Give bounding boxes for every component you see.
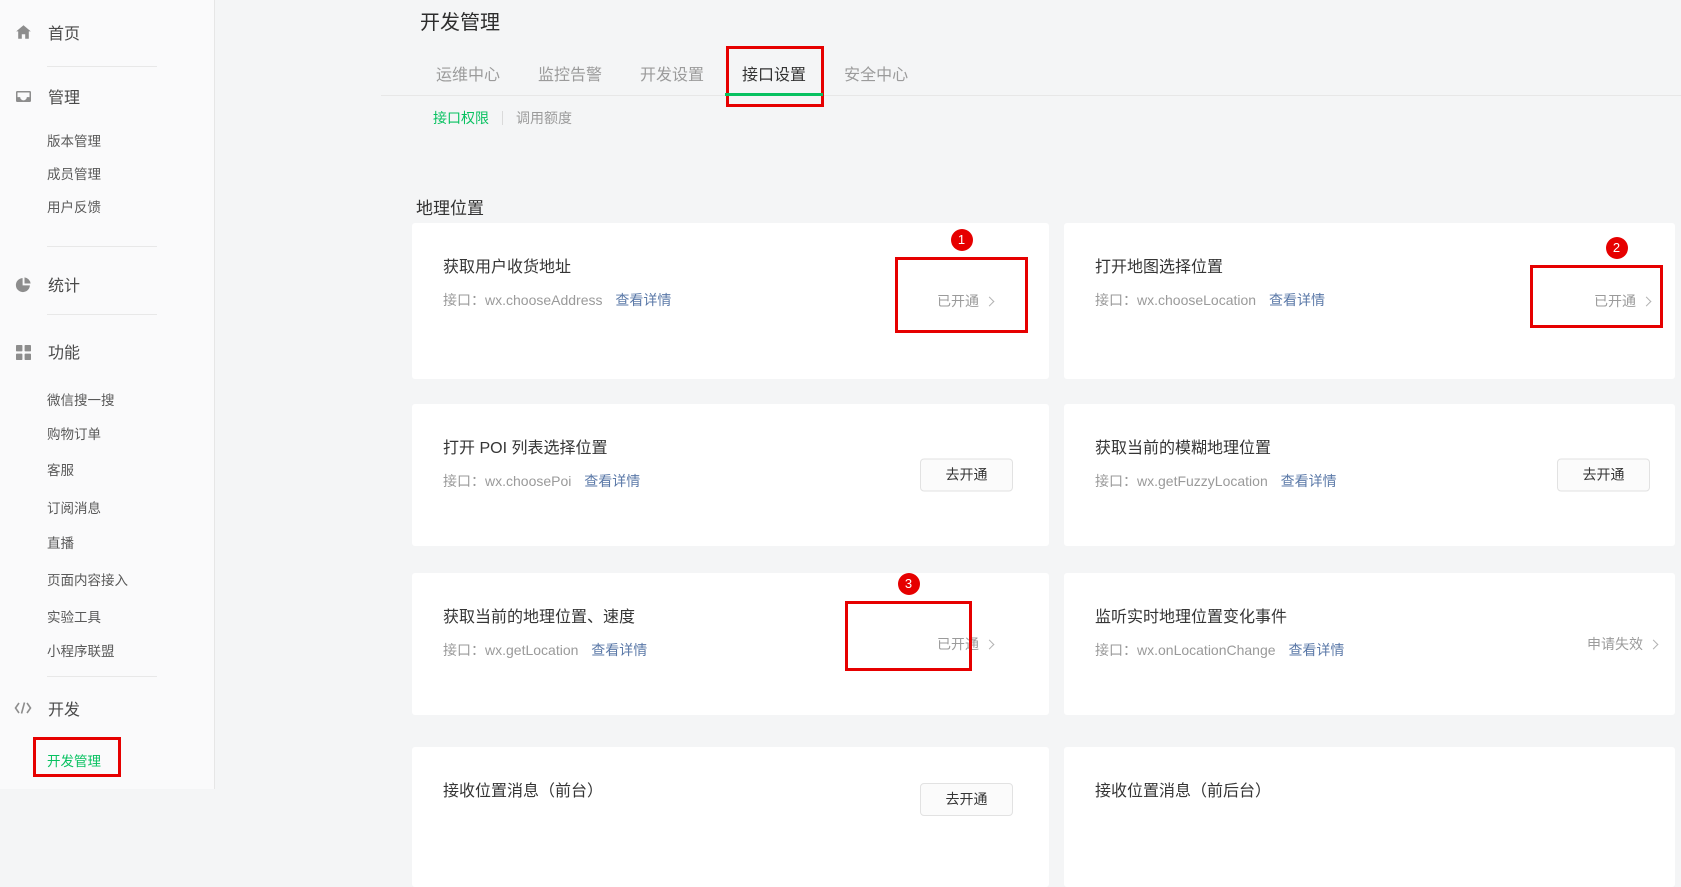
api-label: 接口： bbox=[1095, 473, 1137, 489]
sidebar-item-manage[interactable]: 管理 bbox=[0, 84, 215, 108]
view-details-link[interactable]: 查看详情 bbox=[1288, 642, 1344, 658]
view-details-link[interactable]: 查看详情 bbox=[584, 473, 640, 489]
api-card-choose-address: 获取用户收货地址 接口：wx.chooseAddress 查看详情 已开通 1 bbox=[412, 223, 1049, 379]
sidebar-item-wechat-search[interactable]: 微信搜一搜 bbox=[0, 392, 215, 410]
api-label: 接口： bbox=[443, 642, 485, 658]
api-card-title: 获取用户收货地址 bbox=[412, 223, 1049, 277]
page-title: 开发管理 bbox=[420, 6, 500, 35]
sidebar-item-label: 管理 bbox=[48, 84, 80, 108]
sidebar-item-shopping-orders[interactable]: 购物订单 bbox=[0, 426, 215, 444]
api-card-choose-location: 打开地图选择位置 接口：wx.chooseLocation 查看详情 已开通 2 bbox=[1064, 223, 1675, 379]
subtab-api-permission[interactable]: 接口权限 bbox=[433, 108, 489, 128]
sidebar-item-develop-manage[interactable]: 开发管理 bbox=[0, 753, 215, 771]
sidebar-item-features[interactable]: 功能 bbox=[0, 339, 215, 363]
sidebar-item-lab-tools[interactable]: 实验工具 bbox=[0, 609, 215, 627]
activate-button[interactable]: 去开通 bbox=[920, 459, 1013, 492]
sidebar: 首页 管理 版本管理 成员管理 用户反馈 统计 功能 微信搜一搜 购物订单 客服… bbox=[0, 0, 215, 789]
card-row: 获取当前的地理位置、速度 接口：wx.getLocation 查看详情 已开通 … bbox=[412, 573, 1675, 715]
api-card-get-location: 获取当前的地理位置、速度 接口：wx.getLocation 查看详情 已开通 … bbox=[412, 573, 1049, 715]
sidebar-item-user-feedback[interactable]: 用户反馈 bbox=[0, 199, 215, 217]
api-card-title: 获取当前的地理位置、速度 bbox=[412, 573, 1049, 627]
api-card-location-message-front-back: 接收位置消息（前后台） bbox=[1064, 747, 1675, 887]
view-details-link[interactable]: 查看详情 bbox=[615, 292, 671, 308]
card-row: 获取用户收货地址 接口：wx.chooseAddress 查看详情 已开通 1 … bbox=[412, 223, 1675, 379]
card-row: 接收位置消息（前台） 去开通 接收位置消息（前后台） bbox=[412, 747, 1675, 887]
sidebar-item-label: 首页 bbox=[48, 20, 80, 44]
tab-dev-settings[interactable]: 开发设置 bbox=[623, 51, 721, 96]
grid-icon bbox=[14, 342, 32, 360]
api-card-choose-poi: 打开 POI 列表选择位置 接口：wx.choosePoi 查看详情 去开通 bbox=[412, 404, 1049, 546]
sidebar-item-page-content[interactable]: 页面内容接入 bbox=[0, 572, 215, 590]
sidebar-item-subscribe-message[interactable]: 订阅消息 bbox=[0, 500, 215, 518]
api-card-title: 接收位置消息（前后台） bbox=[1064, 747, 1675, 801]
view-details-link[interactable]: 查看详情 bbox=[591, 642, 647, 658]
sidebar-item-live[interactable]: 直播 bbox=[0, 535, 215, 553]
subtab-call-quota[interactable]: 调用额度 bbox=[516, 108, 572, 128]
api-name: wx.chooseLocation bbox=[1137, 292, 1256, 308]
api-name: wx.chooseAddress bbox=[485, 292, 603, 308]
chevron-right-icon bbox=[985, 296, 995, 306]
chevron-right-icon bbox=[985, 639, 995, 649]
status-application-expired[interactable]: 申请失效 bbox=[1579, 634, 1665, 654]
sidebar-item-label: 功能 bbox=[48, 339, 80, 363]
sidebar-item-version-manage[interactable]: 版本管理 bbox=[0, 133, 215, 151]
sidebar-item-customer-service[interactable]: 客服 bbox=[0, 462, 215, 480]
api-card-title: 监听实时地理位置变化事件 bbox=[1064, 573, 1675, 627]
view-details-link[interactable]: 查看详情 bbox=[1269, 292, 1325, 308]
sidebar-item-statistics[interactable]: 统计 bbox=[0, 272, 215, 296]
chevron-right-icon bbox=[1642, 296, 1652, 306]
tab-ops-center[interactable]: 运维中心 bbox=[419, 51, 517, 96]
api-card-title: 获取当前的模糊地理位置 bbox=[1064, 404, 1675, 458]
card-row: 打开 POI 列表选择位置 接口：wx.choosePoi 查看详情 去开通 获… bbox=[412, 404, 1675, 546]
sidebar-divider bbox=[47, 314, 157, 315]
api-card-location-message-foreground: 接收位置消息（前台） 去开通 bbox=[412, 747, 1049, 887]
activate-button[interactable]: 去开通 bbox=[1557, 459, 1650, 492]
api-label: 接口： bbox=[443, 473, 485, 489]
tab-security-center[interactable]: 安全中心 bbox=[827, 51, 925, 96]
api-name: wx.getFuzzyLocation bbox=[1137, 473, 1268, 489]
api-card-grid: 获取用户收货地址 接口：wx.chooseAddress 查看详情 已开通 1 … bbox=[412, 223, 1675, 887]
sidebar-item-home[interactable]: 首页 bbox=[0, 20, 215, 44]
main-content: 开发管理 运维中心 监控告警 开发设置 接口设置 安全中心 接口权限 调用额度 … bbox=[216, 0, 1681, 789]
api-name: wx.getLocation bbox=[485, 642, 578, 658]
sidebar-divider bbox=[47, 66, 157, 67]
sidebar-item-label: 统计 bbox=[48, 272, 80, 296]
api-label: 接口： bbox=[1095, 642, 1137, 658]
code-icon bbox=[14, 699, 32, 717]
status-opened[interactable]: 已开通 bbox=[1579, 291, 1665, 311]
section-title-geolocation: 地理位置 bbox=[416, 194, 484, 219]
sidebar-item-member-manage[interactable]: 成员管理 bbox=[0, 166, 215, 184]
api-card-get-fuzzy-location: 获取当前的模糊地理位置 接口：wx.getFuzzyLocation 查看详情 … bbox=[1064, 404, 1675, 546]
sidebar-item-miniprogram-union[interactable]: 小程序联盟 bbox=[0, 643, 215, 661]
view-details-link[interactable]: 查看详情 bbox=[1281, 473, 1337, 489]
sidebar-divider bbox=[47, 676, 157, 677]
api-card-title: 打开 POI 列表选择位置 bbox=[412, 404, 1049, 458]
sidebar-divider bbox=[47, 246, 157, 247]
subtab-bar: 接口权限 调用额度 bbox=[433, 108, 572, 128]
api-label: 接口： bbox=[1095, 292, 1137, 308]
pie-chart-icon bbox=[14, 275, 32, 293]
status-opened[interactable]: 已开通 bbox=[917, 291, 1013, 311]
api-name: wx.choosePoi bbox=[485, 473, 571, 489]
inbox-icon bbox=[14, 87, 32, 105]
status-opened[interactable]: 已开通 bbox=[917, 634, 1013, 654]
home-icon bbox=[14, 23, 32, 41]
api-card-title: 打开地图选择位置 bbox=[1064, 223, 1675, 277]
api-card-on-location-change: 监听实时地理位置变化事件 接口：wx.onLocationChange 查看详情… bbox=[1064, 573, 1675, 715]
tab-api-settings[interactable]: 接口设置 bbox=[725, 51, 823, 96]
sidebar-item-label: 开发 bbox=[48, 696, 80, 720]
tab-bar: 运维中心 监控告警 开发设置 接口设置 安全中心 bbox=[381, 51, 1681, 96]
chevron-right-icon bbox=[1649, 639, 1659, 649]
api-name: wx.onLocationChange bbox=[1137, 642, 1276, 658]
subtab-separator bbox=[502, 111, 503, 125]
api-label: 接口： bbox=[443, 292, 485, 308]
activate-button[interactable]: 去开通 bbox=[920, 783, 1013, 816]
tab-monitor-alert[interactable]: 监控告警 bbox=[521, 51, 619, 96]
sidebar-item-develop[interactable]: 开发 bbox=[0, 696, 215, 720]
